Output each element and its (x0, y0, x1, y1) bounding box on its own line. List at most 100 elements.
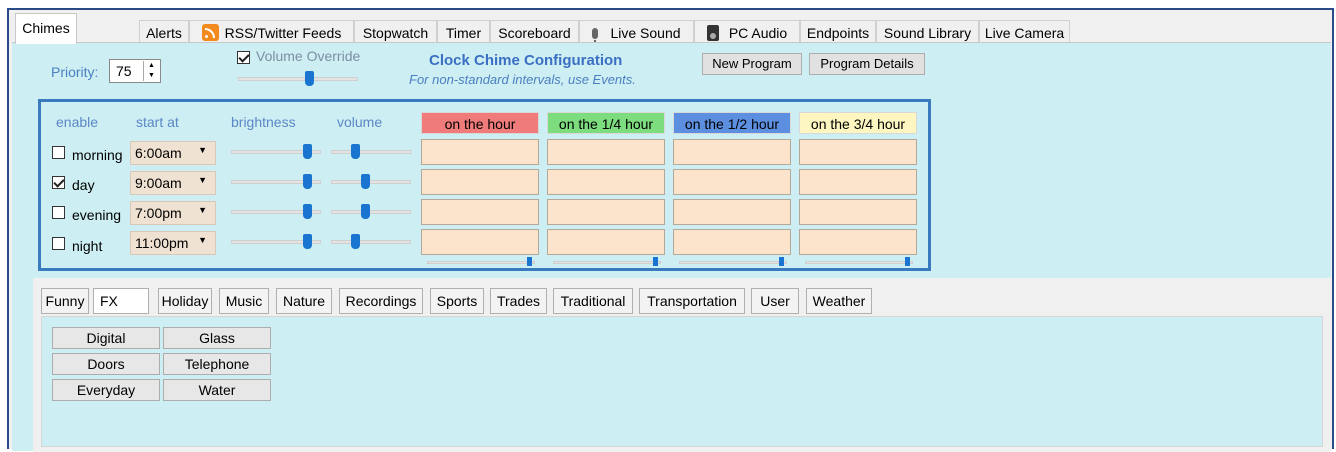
three-quarter-hour-header: on the 3/4 hour (799, 112, 917, 134)
evening-volume-slider[interactable] (331, 210, 411, 214)
night-three-quarter-sound-cell[interactable] (799, 229, 917, 255)
stepper-arrows[interactable]: ▲ ▼ (143, 61, 159, 81)
tab-label: Timer (445, 25, 482, 41)
day-checkbox[interactable] (52, 176, 65, 189)
volume-override-checkbox[interactable] (237, 50, 250, 64)
tab-timer[interactable]: Timer (437, 20, 490, 44)
evening-hour-sound-cell[interactable] (421, 199, 539, 225)
sound-button-everyday[interactable]: Everyday (52, 379, 160, 401)
volume-override[interactable]: Volume Override (237, 48, 360, 64)
night-half-sound-cell[interactable] (673, 229, 791, 255)
category-tab-trades[interactable]: Trades (490, 288, 547, 314)
day-volume-slider[interactable] (331, 180, 411, 184)
category-tab-recordings[interactable]: Recordings (339, 288, 423, 314)
slider-thumb[interactable] (303, 204, 312, 219)
tab-live-camera[interactable]: Live Camera (979, 20, 1070, 44)
tab-live-sound[interactable]: Live Sound (579, 20, 694, 45)
priority-stepper[interactable]: 75 ▲ ▼ (109, 59, 161, 83)
night-volume-slider[interactable] (331, 240, 411, 244)
sound-button-water[interactable]: Water (163, 379, 271, 401)
slider-thumb[interactable] (361, 174, 370, 189)
tab-label: Sound Library (883, 25, 972, 41)
brightness-column-header: brightness (231, 114, 296, 130)
quarter-volume-slider[interactable] (553, 261, 661, 264)
night-quarter-sound-cell[interactable] (547, 229, 665, 255)
volume-column-header: volume (337, 114, 383, 130)
day-hour-sound-cell[interactable] (421, 169, 539, 195)
evening-quarter-sound-cell[interactable] (547, 199, 665, 225)
start-time-value: 6:00am (135, 145, 182, 161)
night-hour-sound-cell[interactable] (421, 229, 539, 255)
slider-thumb[interactable] (779, 257, 784, 266)
category-tab-user[interactable]: User (751, 288, 799, 314)
half-hour-header: on the 1/2 hour (673, 112, 791, 134)
rss-icon (201, 24, 219, 41)
day-half-sound-cell[interactable] (673, 169, 791, 195)
tab-scoreboard[interactable]: Scoreboard (490, 20, 579, 44)
morning-volume-slider[interactable] (331, 150, 411, 154)
day-start-dropdown[interactable]: 9:00am ▼ (130, 171, 216, 195)
tab-sound-library[interactable]: Sound Library (876, 20, 979, 44)
slider-thumb[interactable] (303, 234, 312, 249)
sound-button-telephone[interactable]: Telephone (163, 353, 271, 375)
morning-quarter-sound-cell[interactable] (547, 139, 665, 165)
night-start-dropdown[interactable]: 11:00pm ▼ (130, 231, 216, 255)
category-tab-weather[interactable]: Weather (806, 288, 872, 314)
evening-half-sound-cell[interactable] (673, 199, 791, 225)
night-checkbox[interactable] (52, 237, 65, 250)
tab-endpoints[interactable]: Endpoints (800, 20, 876, 44)
stepper-up-icon[interactable]: ▲ (144, 61, 159, 71)
slider-thumb[interactable] (527, 257, 532, 266)
category-tab-transportation[interactable]: Transportation (639, 288, 745, 314)
tab-label: Live Sound (610, 25, 681, 41)
tab-chimes[interactable]: Chimes (15, 13, 77, 44)
volume-override-slider[interactable] (238, 77, 358, 81)
morning-half-sound-cell[interactable] (673, 139, 791, 165)
stepper-down-icon[interactable]: ▼ (144, 71, 159, 81)
program-details-button[interactable]: Program Details (809, 53, 925, 75)
slider-thumb[interactable] (905, 257, 910, 266)
new-program-button[interactable]: New Program (702, 53, 802, 75)
tab-label: Scoreboard (498, 25, 571, 41)
hour-volume-slider[interactable] (427, 261, 535, 264)
morning-checkbox[interactable] (52, 146, 65, 159)
category-tab-holiday[interactable]: Holiday (158, 288, 212, 314)
morning-hour-sound-cell[interactable] (421, 139, 539, 165)
volume-override-slider-thumb[interactable] (305, 71, 314, 86)
slider-thumb[interactable] (303, 174, 312, 189)
evening-label: evening (72, 207, 122, 223)
day-quarter-sound-cell[interactable] (547, 169, 665, 195)
evening-checkbox[interactable] (52, 206, 65, 219)
three-quarter-volume-slider[interactable] (805, 261, 913, 264)
morning-start-dropdown[interactable]: 6:00am ▼ (130, 141, 216, 165)
sound-button-doors[interactable]: Doors (52, 353, 160, 375)
category-tab-nature[interactable]: Nature (276, 288, 332, 314)
category-tab-music[interactable]: Music (219, 288, 269, 314)
slider-thumb[interactable] (361, 204, 370, 219)
evening-start-dropdown[interactable]: 7:00pm ▼ (130, 201, 216, 225)
main-window: Chimes Alerts RSS/Twitter Feeds Stopwatc… (7, 8, 1334, 452)
tab-alerts[interactable]: Alerts (139, 20, 189, 44)
slider-thumb[interactable] (351, 234, 360, 249)
tab-rss-twitter-feeds[interactable]: RSS/Twitter Feeds (189, 20, 354, 44)
tab-label: Alerts (146, 25, 182, 41)
slider-thumb[interactable] (351, 144, 360, 159)
chevron-down-icon: ▼ (198, 235, 207, 245)
morning-three-quarter-sound-cell[interactable] (799, 139, 917, 165)
half-volume-slider[interactable] (679, 261, 787, 264)
on-the-hour-header: on the hour (421, 112, 539, 134)
slider-thumb[interactable] (303, 144, 312, 159)
evening-three-quarter-sound-cell[interactable] (799, 199, 917, 225)
tab-stopwatch[interactable]: Stopwatch (354, 20, 437, 44)
tab-pc-audio[interactable]: PC Audio (694, 20, 800, 44)
category-tab-funny[interactable]: Funny (41, 288, 89, 314)
sound-button-glass[interactable]: Glass (163, 327, 271, 349)
config-subtitle: For non-standard intervals, use Events. (409, 72, 636, 87)
sound-button-digital[interactable]: Digital (52, 327, 160, 349)
fx-sound-list: Digital Glass Doors Telephone Everyday W… (41, 316, 1323, 447)
slider-thumb[interactable] (653, 257, 658, 266)
category-tab-fx[interactable]: FX (93, 288, 149, 314)
category-tab-traditional[interactable]: Traditional (553, 288, 633, 314)
day-three-quarter-sound-cell[interactable] (799, 169, 917, 195)
category-tab-sports[interactable]: Sports (430, 288, 484, 314)
